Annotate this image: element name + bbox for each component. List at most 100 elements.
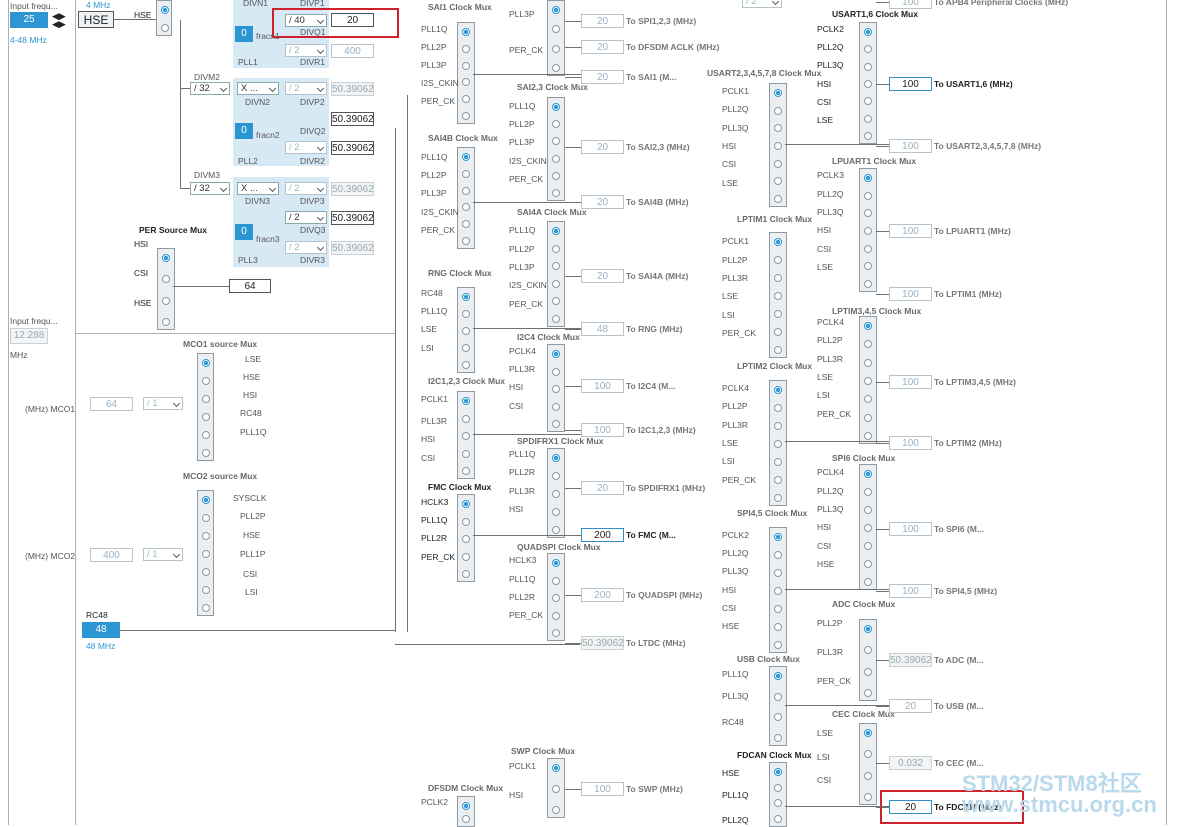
mux-radio[interactable]	[774, 783, 782, 792]
mux-radio[interactable]	[462, 78, 470, 87]
pll2-divn-select[interactable]: X ...	[237, 82, 279, 95]
usb-mux[interactable]	[769, 666, 787, 746]
mux-radio[interactable]	[552, 611, 560, 620]
mux-radio[interactable]	[162, 296, 170, 305]
mux-radio[interactable]	[864, 209, 872, 218]
mux-radio[interactable]	[774, 159, 782, 168]
mux-radio[interactable]	[864, 542, 872, 550]
mux-radio[interactable]	[774, 692, 782, 701]
mux-radio[interactable]	[864, 114, 872, 123]
spi6-mux[interactable]	[859, 464, 877, 590]
mux-radio[interactable]	[774, 641, 782, 649]
mux-radio[interactable]	[774, 89, 782, 97]
mux-radio[interactable]	[864, 45, 872, 54]
mux-radio[interactable]	[774, 533, 782, 541]
mux-radio[interactable]	[552, 44, 560, 53]
pll2-divp-select[interactable]: / 2	[285, 82, 327, 95]
hse-box[interactable]: HSE	[78, 11, 114, 28]
mux-radio[interactable]	[552, 64, 560, 72]
pll3-divn-select[interactable]: X ...	[237, 182, 279, 195]
mux-radio[interactable]	[774, 768, 782, 776]
mux-radio[interactable]	[864, 395, 872, 404]
mux-radio[interactable]	[462, 28, 470, 36]
mux-radio[interactable]	[864, 244, 872, 253]
mux-radio[interactable]	[552, 629, 560, 637]
pll3-divq-select[interactable]: / 2	[285, 211, 327, 224]
mux-radio[interactable]	[774, 142, 782, 150]
dfsdm-mux[interactable]	[457, 796, 475, 827]
mux-radio[interactable]	[462, 344, 470, 352]
lpuart1-mux[interactable]	[859, 168, 877, 292]
mux-radio[interactable]	[774, 569, 782, 577]
mux-radio[interactable]	[552, 559, 560, 567]
mux-radio[interactable]	[774, 195, 782, 203]
mux-radio[interactable]	[462, 95, 470, 104]
mux-radio[interactable]	[552, 385, 560, 393]
mux-radio[interactable]	[864, 432, 872, 440]
mux-radio[interactable]	[864, 340, 872, 349]
mux-radio[interactable]	[552, 189, 560, 197]
mux-radio[interactable]	[552, 279, 560, 288]
rng-mux[interactable]	[457, 287, 475, 373]
mux-radio[interactable]	[202, 532, 210, 540]
mux-radio[interactable]	[552, 508, 560, 516]
mux-radio[interactable]	[462, 203, 470, 212]
mux-radio[interactable]	[552, 594, 560, 602]
mux-radio[interactable]	[774, 422, 782, 430]
mux-radio[interactable]	[162, 254, 170, 262]
mux-radio[interactable]	[864, 280, 872, 288]
mux-radio[interactable]	[161, 6, 169, 14]
input-freq-value[interactable]: 25	[10, 12, 48, 28]
mux-radio[interactable]	[864, 62, 872, 71]
mux-radio[interactable]	[462, 535, 470, 543]
mux-radio[interactable]	[774, 238, 782, 246]
mux-radio[interactable]	[774, 328, 782, 336]
mux-radio[interactable]	[552, 262, 560, 271]
mux-radio[interactable]	[864, 358, 872, 367]
mux-radio[interactable]	[774, 815, 782, 823]
mux-radio[interactable]	[462, 44, 470, 53]
swp-mux[interactable]	[547, 758, 565, 818]
per-source-mux[interactable]	[157, 248, 175, 330]
mux-radio[interactable]	[774, 386, 782, 394]
apb4-div-select[interactable]: / 2	[742, 0, 782, 8]
mux-radio[interactable]	[552, 227, 560, 235]
mux-radio[interactable]	[161, 24, 169, 32]
mux-radio[interactable]	[864, 227, 872, 235]
mux-radio[interactable]	[462, 449, 470, 458]
mux-radio[interactable]	[864, 132, 872, 140]
mux-radio[interactable]	[162, 318, 170, 326]
lptim2-mux[interactable]	[769, 380, 787, 506]
mux-radio[interactable]	[552, 103, 560, 111]
mux-radio[interactable]	[864, 750, 872, 759]
mux-radio[interactable]	[774, 106, 782, 115]
mux-radio[interactable]	[864, 322, 872, 330]
mux-radio[interactable]	[202, 604, 210, 612]
mux-radio[interactable]	[864, 191, 872, 200]
mux-radio[interactable]	[774, 713, 782, 722]
mux-radio[interactable]	[774, 551, 782, 559]
mux-radio[interactable]	[552, 171, 560, 180]
mux-radio[interactable]	[774, 734, 782, 742]
mux-radio[interactable]	[864, 506, 872, 514]
mux-radio[interactable]	[462, 815, 470, 823]
pll3-divm-select[interactable]: / 32	[190, 182, 230, 195]
mux-radio[interactable]	[774, 476, 782, 484]
mco1-div-select[interactable]: / 1	[143, 397, 183, 410]
mux-radio[interactable]	[774, 672, 782, 680]
mux-radio[interactable]	[552, 526, 560, 534]
usart16-mux[interactable]	[859, 22, 877, 144]
mux-radio[interactable]	[462, 414, 470, 423]
usart234-mux[interactable]	[769, 83, 787, 207]
mux-radio[interactable]	[864, 793, 872, 801]
mux-radio[interactable]	[462, 361, 470, 369]
mux-radio[interactable]	[864, 97, 872, 106]
pll3-divp-select[interactable]: / 2	[285, 182, 327, 195]
mux-radio[interactable]	[864, 488, 872, 496]
lptim345-mux[interactable]	[859, 316, 877, 444]
mux-radio[interactable]	[552, 576, 560, 585]
mux-radio[interactable]	[864, 377, 872, 385]
mux-radio[interactable]	[774, 124, 782, 133]
pll2-divm-select[interactable]: / 32	[190, 82, 230, 95]
mux-radio[interactable]	[552, 154, 560, 163]
